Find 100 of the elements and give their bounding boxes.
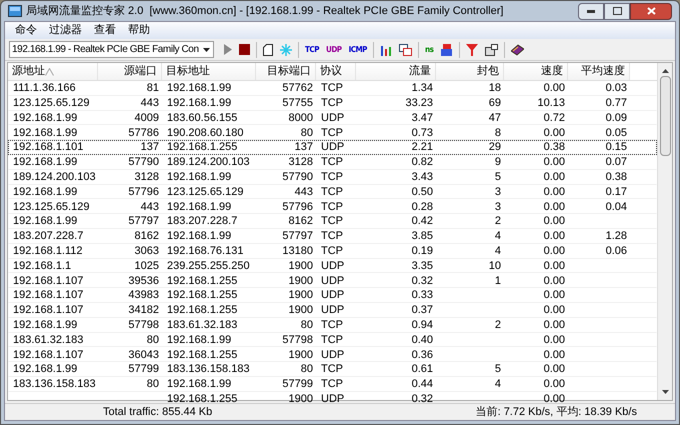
table-cell-text: 47 [488,112,502,124]
table-cell-text: 33.23 [404,96,434,110]
stop-icon[interactable] [238,42,251,58]
table-cell-text: UDP [320,392,346,406]
adapter-dropdown[interactable]: 192.168.1.99 - Realtek PCIe GBE Family Con [9,41,214,58]
table-cell-text: 0.73 [410,126,434,140]
table-cell-text: 0.00 [542,126,566,140]
table-cell-text: 0.61 [410,363,434,376]
windows-icon[interactable] [398,42,413,58]
table-cell-text: 2.21 [410,141,434,154]
table-cell-text: UDP [320,112,346,124]
table-cell-text: 80 [146,378,160,391]
table-cell-text: 0.38 [604,170,628,184]
table-cell-text: 137 [294,141,314,154]
table-cell-text: TCP [320,230,344,243]
table-cell-text: TCP [320,200,344,214]
protocol-filter-button[interactable]: UDP [324,42,343,58]
column-header[interactable]: 目标端口 [256,63,316,80]
table-cell-text: TCP [320,156,344,169]
maximize-icon [612,7,622,15]
minimize-button[interactable] [578,2,604,20]
scroll-thumb[interactable] [660,76,670,156]
menu-item[interactable]: 帮助 [122,22,156,39]
scrollbar[interactable] [657,63,672,400]
table-cell-text: TCP [320,126,344,140]
table-cell-text: 1025 [134,260,160,272]
caret-icon [203,48,210,52]
table-cell-text: 3.47 [410,112,434,124]
table-cell-text: 0.44 [410,378,434,391]
table-cell-text: 8162 [288,215,314,228]
table-cell-text: 123.125.65.129 [12,200,90,214]
play-icon[interactable] [223,42,233,58]
table-cell-text: 183.207.228.7 [166,215,238,228]
table-cell-text: 183.207.228.7 [12,230,84,243]
table-cell-text: TCP [320,378,344,391]
table-cell-text: 189.124.200.103 [12,170,97,184]
protocol-filter-button[interactable]: ICMP [348,42,368,58]
table-cell-text: 57796 [281,200,314,214]
table-cell-text: 183.61.32.183 [166,318,238,332]
table-cell-text: 192.168.1.99 [166,378,232,391]
column-header[interactable]: 流量 [356,63,436,80]
scroll-up-icon[interactable] [662,69,668,73]
column-header[interactable]: 目标地址 [162,63,256,80]
table-cell-text: TCP [320,334,344,346]
book-icon[interactable] [510,42,526,58]
table-cell-text: 192.168.1.99 [166,170,232,184]
table-cell-text: 3 [494,200,502,214]
table-cell-text: 123.125.65.129 [166,186,244,198]
table-cell-text: 123.125.65.129 [12,96,90,110]
column-header[interactable]: 源端口 [98,63,162,80]
table-cell-text: 18 [488,82,502,95]
table-cell-text: 192.168.1.1 [12,260,72,272]
table-cell-text: 3 [494,186,502,198]
table-cell-text: 4 [494,230,502,243]
monitor-icon[interactable] [484,42,500,58]
column-header[interactable]: 协议 [316,63,356,80]
table-cell-text: 0.36 [410,348,434,362]
table-cell-text: 80 [300,126,314,140]
table-cell-text: 0.15 [604,141,628,154]
table-cell-text: 0.37 [410,304,434,317]
table-cell-text: 57799 [281,378,314,391]
table-cell-text: 192.168.1.99 [166,96,232,110]
column-header[interactable]: 封包 [436,63,504,80]
protocol-filter-button[interactable]: ns [424,42,434,58]
table-cell-text: 192.168.1.99 [12,363,78,376]
table-cell-text: 0.09 [604,112,628,124]
table-cell-text: TCP [320,244,344,258]
table-cell-text: 192.168.1.255 [166,289,238,302]
table-cell-text: 0.77 [604,96,628,110]
table-cell-text: 57797 [127,215,160,228]
table-cell-text: 192.168.1.255 [166,141,238,154]
status-text: Total traffic: 855.44 Kb [102,404,214,420]
table-cell-text: UDP [320,289,346,302]
table-cell-text: 3.35 [410,260,434,272]
table-cell-text: 239.255.255.250 [166,260,251,272]
table-cell-text: 4009 [134,112,160,124]
menu-item[interactable]: 命令 [9,22,43,39]
table-cell-text: 192.168.1.112 [12,244,84,258]
window-title: 局域网流量监控专家 2.0 [www.360mon.cn] - [192.168.1.99 - Realtek PCIe GBE Family Controller] [26,4,504,19]
table-cell-text: 192.168.1.99 [12,156,78,169]
table-cell-text: 0.28 [410,200,434,214]
calendar-icon[interactable] [439,42,454,58]
table-cell-text: 0.32 [410,392,434,406]
protocol-filter-button[interactable]: TCP [304,42,320,58]
table-cell-text: 0.00 [542,82,566,95]
column-header[interactable]: 速度 [504,63,568,80]
close-button[interactable] [630,2,672,20]
menu-item[interactable]: 过滤器 [43,22,88,39]
table-cell-text: 1900 [288,260,314,272]
column-header[interactable]: 源地址 [8,63,98,80]
page-icon[interactable] [262,42,274,58]
table-cell-text: 0.00 [542,363,566,376]
column-header[interactable]: 平均速度 [568,63,630,80]
menu-item[interactable]: 查看 [88,22,122,39]
table-cell-text: 192.168.1.99 [12,318,78,332]
filter-icon[interactable] [465,42,480,58]
table-cell-text: 2 [494,318,502,332]
maximize-button[interactable] [604,2,630,20]
table-cell-text: 57790 [281,170,314,184]
scroll-down-icon[interactable] [662,390,668,394]
